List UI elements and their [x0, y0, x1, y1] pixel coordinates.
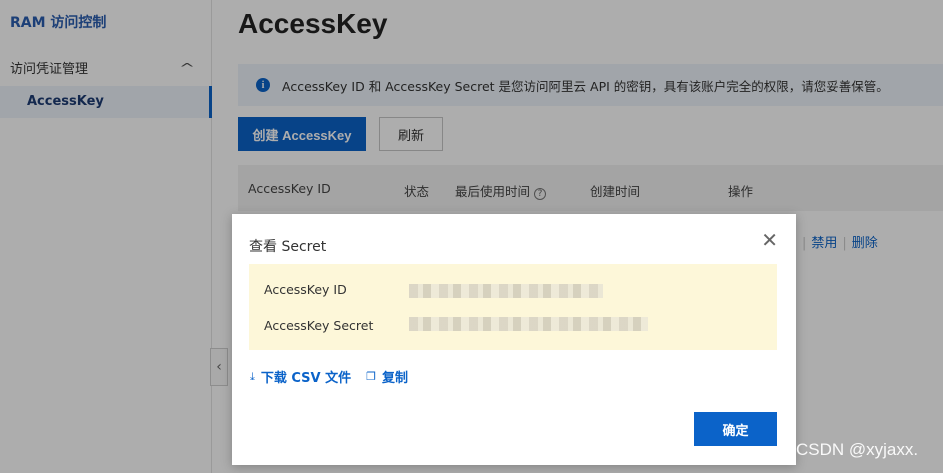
copy-link[interactable]: 复制: [382, 367, 408, 386]
view-secret-dialog: 查看 Secret ✕ AccessKey ID AccessKey Secre…: [232, 214, 796, 465]
dialog-links: ⤓ 下载 CSV 文件 ❐ 复制: [250, 367, 408, 387]
secret-panel: AccessKey ID AccessKey Secret: [249, 264, 777, 350]
accesskey-secret-value-redacted: [409, 317, 648, 331]
dialog-title: 查看 Secret: [249, 239, 327, 255]
confirm-button[interactable]: 确定: [694, 412, 777, 446]
copy-icon: ❐: [366, 370, 377, 383]
close-icon[interactable]: ✕: [761, 230, 778, 250]
download-csv-link[interactable]: 下载 CSV 文件: [261, 367, 351, 386]
download-icon: ⤓: [250, 369, 255, 383]
accesskey-secret-label: AccessKey Secret: [264, 318, 374, 333]
accesskey-id-value-redacted: [409, 284, 603, 298]
watermark: CSDN @xyjaxx.: [796, 440, 919, 459]
accesskey-id-label: AccessKey ID: [264, 282, 347, 297]
